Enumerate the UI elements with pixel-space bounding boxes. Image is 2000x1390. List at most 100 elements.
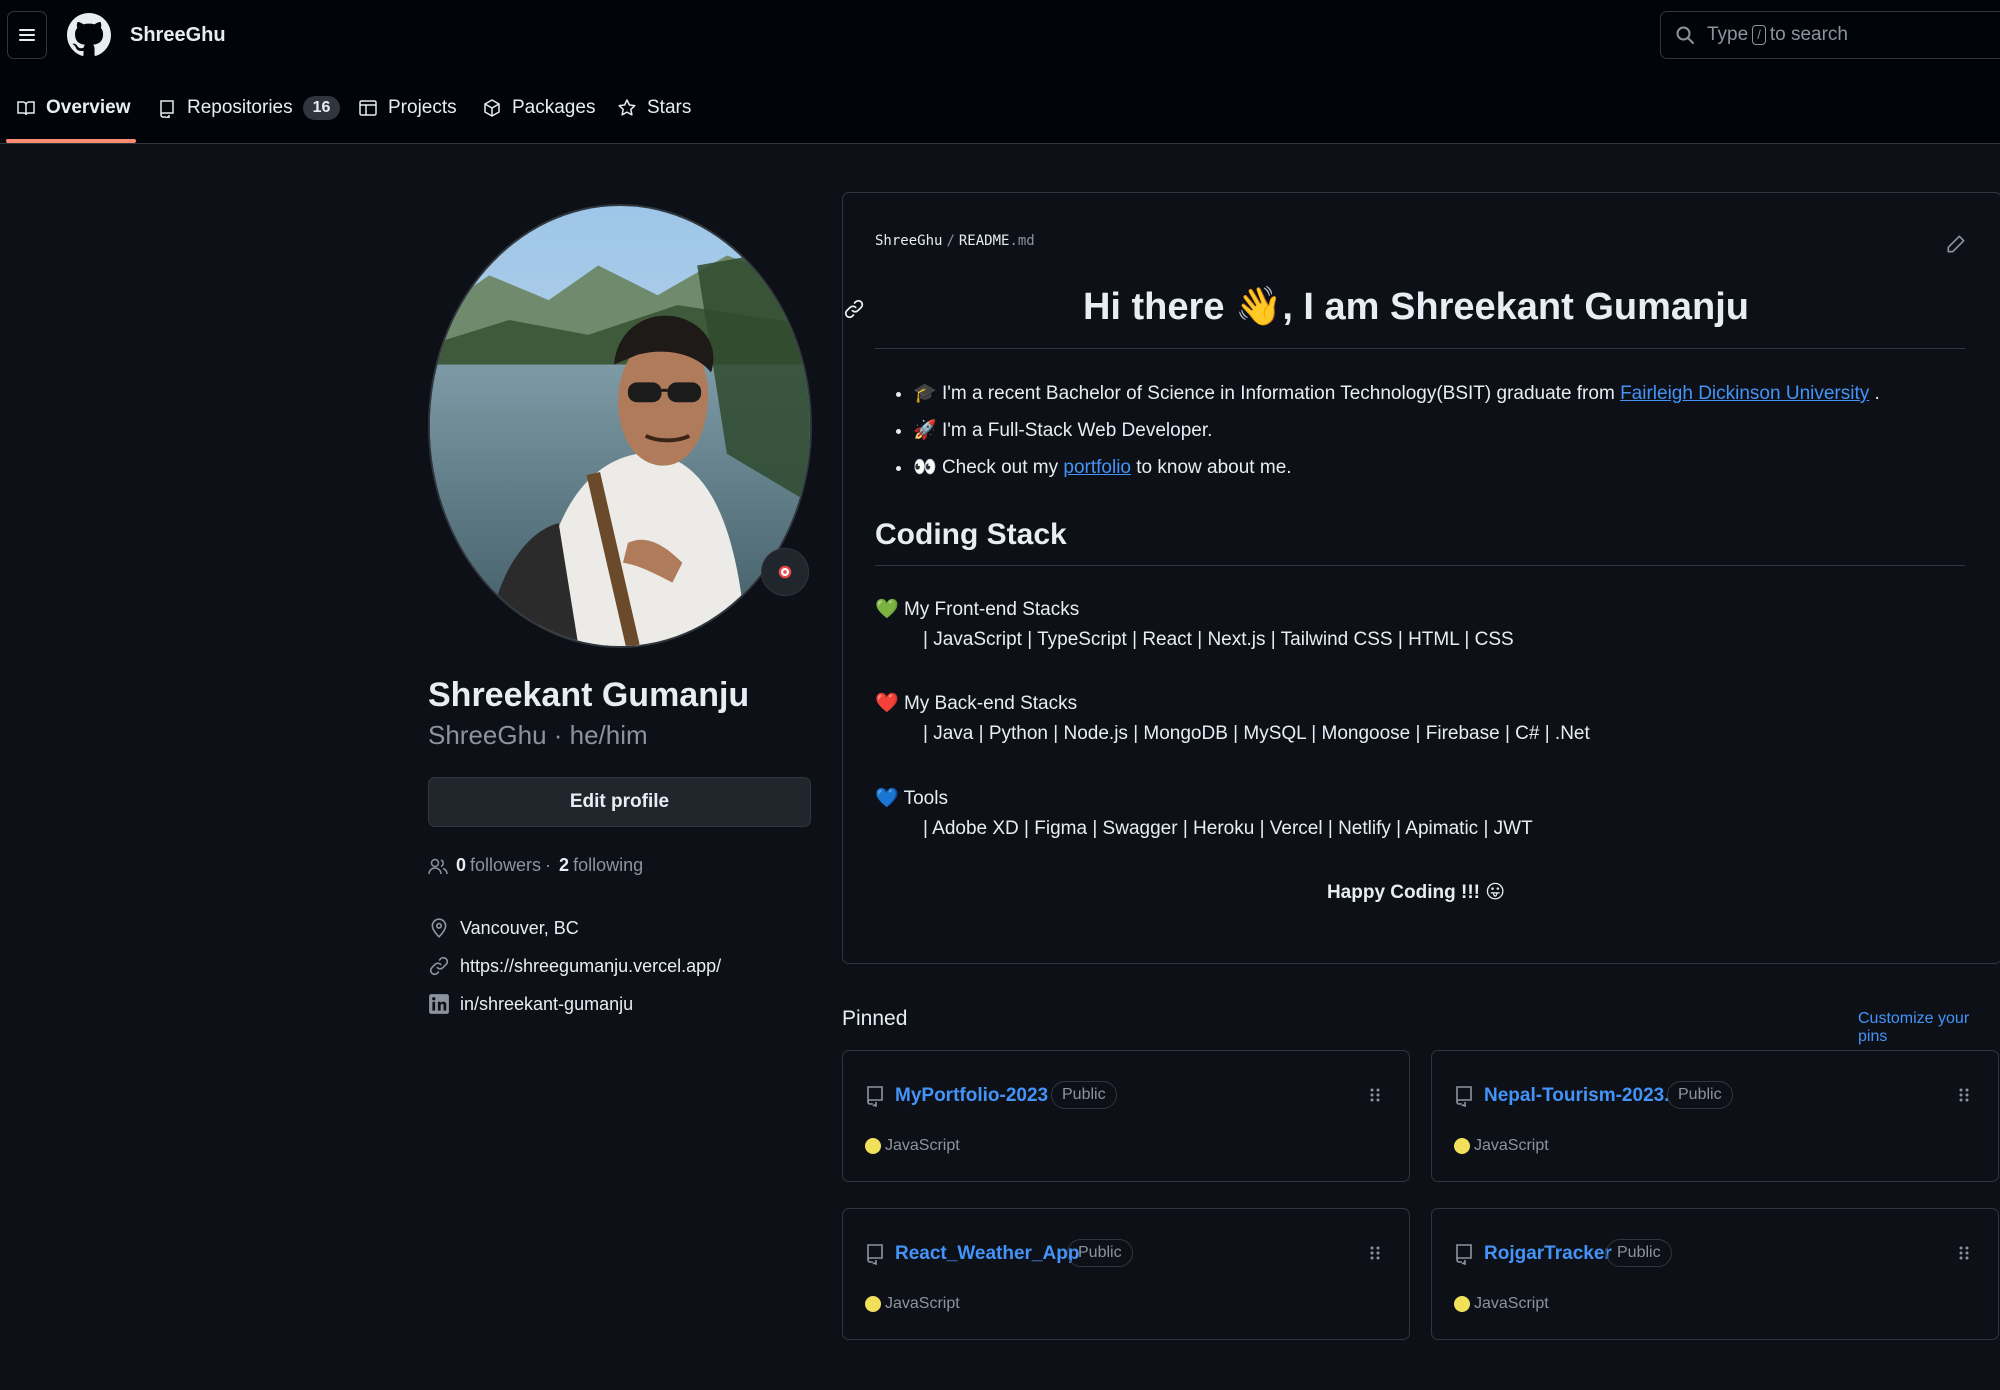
profile-full-name: Shreekant Gumanju (428, 676, 750, 714)
website-link[interactable]: https://shreegumanju.vercel.app/ (460, 956, 721, 977)
location-text: Vancouver, BC (460, 917, 579, 938)
package-icon (484, 99, 500, 117)
pinned-repo-card: RojgarTracker Public JavaScript (1431, 1208, 1999, 1340)
repo-icon (160, 100, 174, 118)
stack-title-text: My Front-end Stacks (903, 599, 1080, 620)
tab-projects[interactable]: Projects (358, 72, 457, 144)
menu-button[interactable] (7, 11, 47, 59)
repo-link[interactable]: Nepal-Tourism-2023. (1484, 1085, 1669, 1107)
followers-label[interactable]: followers (470, 855, 541, 876)
language-color-dot (865, 1296, 881, 1312)
repo-link[interactable]: RojgarTracker (1484, 1243, 1612, 1265)
language-color-dot (865, 1138, 881, 1154)
profile-photo (430, 206, 810, 646)
people-icon (428, 858, 448, 874)
github-logo-icon[interactable] (67, 11, 111, 59)
blue-heart-icon: 💙 (875, 788, 899, 809)
active-tab-indicator (6, 139, 136, 143)
tab-repositories[interactable]: Repositories 16 (157, 72, 341, 144)
list-item-text: I'm a Full-Stack Web Developer. (941, 420, 1213, 441)
profile-linkedin[interactable]: in/shreekant-gumanju (428, 993, 633, 1015)
readme-filename[interactable]: README (959, 233, 1010, 249)
green-heart-icon: 💚 (875, 599, 899, 620)
tab-stars[interactable]: Stars (617, 72, 691, 144)
drag-handle-icon[interactable] (1956, 1243, 1972, 1263)
readme-footer: Happy Coding !!! 😛 (1326, 882, 1506, 903)
rocket-icon: 🚀 (913, 420, 937, 441)
list-item-text: Check out my (941, 457, 1064, 478)
graduation-cap-icon: 🎓 (913, 383, 937, 404)
edit-profile-button[interactable]: Edit profile (428, 777, 811, 827)
readme-path: ShreeGhu / README.md (875, 233, 1035, 249)
section-heading: Coding Stack (875, 518, 1067, 551)
stack-items: | Java | Python | Node.js | MongoDB | My… (923, 723, 1590, 744)
red-heart-icon: ❤️ (875, 693, 899, 714)
linkedin-link[interactable]: in/shreekant-gumanju (460, 994, 633, 1015)
customize-pins-link[interactable]: Customize your pins (1858, 1010, 2000, 1046)
portfolio-link[interactable]: portfolio (1063, 457, 1131, 478)
link-icon (429, 956, 449, 976)
divider (875, 348, 1965, 349)
drag-handle-icon[interactable] (1367, 1243, 1383, 1263)
tab-label: Overview (46, 97, 131, 118)
readme-card: ShreeGhu / README.md Hi there 👋, I am Shre… (842, 192, 2000, 964)
avatar[interactable] (428, 204, 812, 648)
repo-link[interactable]: MyPortfolio-2023 (895, 1085, 1048, 1107)
stack-title-text: Tools (903, 788, 948, 809)
path-separator: / (946, 233, 955, 249)
profile-website[interactable]: https://shreegumanju.vercel.app/ (428, 955, 721, 977)
list-item: 🚀 I'm a Full-Stack Web Developer. (913, 418, 1880, 455)
linkedin-icon (429, 994, 449, 1014)
list-item: 🎓 I'm a recent Bachelor of Science in In… (913, 381, 1880, 418)
top-header: ShreeGhu Type / to search (0, 0, 2000, 72)
repo-language: JavaScript (865, 1137, 960, 1155)
drag-handle-icon[interactable] (1956, 1085, 1972, 1105)
location-pin-icon (431, 918, 447, 938)
intro-list: 🎓 I'm a recent Bachelor of Science in In… (893, 381, 1880, 492)
repo-language: JavaScript (865, 1295, 960, 1313)
stack-title: ❤️ My Back-end Stacks (875, 691, 1077, 715)
stack-title: 💙 Tools (875, 786, 948, 810)
header-username[interactable]: ShreeGhu (130, 24, 226, 47)
link-icon[interactable] (843, 298, 865, 320)
language-label: JavaScript (885, 1295, 960, 1312)
tab-overview[interactable]: Overview (16, 72, 131, 144)
readme-owner[interactable]: ShreeGhu (875, 233, 942, 249)
profile-tabs: Overview Repositories 16 Projects Packag… (0, 72, 2000, 144)
table-icon (359, 100, 377, 116)
repo-icon (867, 1244, 883, 1265)
search-input[interactable]: Type / to search (1660, 11, 2000, 59)
drag-handle-icon[interactable] (1367, 1085, 1383, 1105)
repo-link[interactable]: React_Weather_App (895, 1243, 1079, 1265)
profile-handle: ShreeGhu · he/him (428, 720, 648, 750)
search-icon (1676, 26, 1694, 44)
repo-icon (867, 1086, 883, 1107)
search-shortcut-key: / (1752, 25, 1766, 45)
stack-title-text: My Back-end Stacks (903, 693, 1078, 714)
hamburger-icon (19, 29, 35, 41)
language-color-dot (1454, 1138, 1470, 1154)
divider (875, 565, 1965, 566)
list-item-text: I'm a recent Bachelor of Science in Info… (941, 383, 1621, 404)
repo-language: JavaScript (1454, 1137, 1549, 1155)
follow-separator: · (545, 855, 552, 875)
readme-extension: .md (1009, 233, 1035, 249)
pinned-repo-card: Nepal-Tourism-2023. Public JavaScript (1431, 1050, 1999, 1182)
follow-stats: 0 followers · 2 following (428, 855, 643, 876)
visibility-badge: Public (1667, 1081, 1733, 1109)
stack-items: | JavaScript | TypeScript | React | Next… (923, 629, 1514, 650)
repo-icon (1456, 1086, 1472, 1107)
following-count[interactable]: 2 (559, 855, 569, 876)
language-label: JavaScript (885, 1137, 960, 1154)
tab-label: Repositories (187, 97, 293, 118)
tab-label: Projects (388, 97, 457, 118)
language-color-dot (1454, 1296, 1470, 1312)
profile-location: Vancouver, BC (428, 917, 579, 939)
followers-count[interactable]: 0 (456, 855, 466, 876)
university-link[interactable]: Fairleigh Dickinson University (1620, 383, 1869, 404)
set-status-button[interactable] (761, 548, 809, 596)
tab-packages[interactable]: Packages (482, 72, 595, 144)
repo-icon (1456, 1244, 1472, 1265)
pencil-icon[interactable] (1945, 233, 1967, 255)
following-label[interactable]: following (573, 855, 643, 876)
